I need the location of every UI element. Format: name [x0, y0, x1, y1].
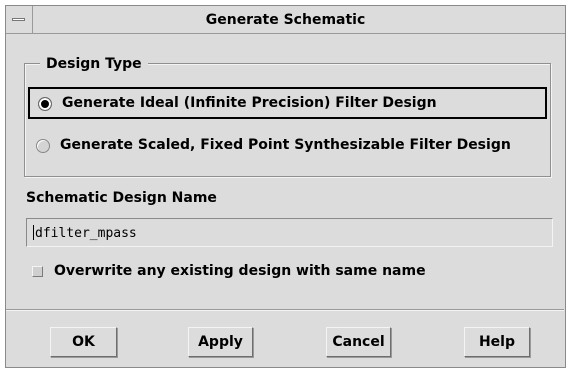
schematic-name-value: dfilter_mpass	[35, 226, 137, 241]
radio-option-ideal[interactable]: Generate Ideal (Infinite Precision) Filt…	[28, 87, 547, 119]
overwrite-checkbox-label: Overwrite any existing design with same …	[54, 263, 426, 279]
button-separator	[6, 309, 564, 311]
cancel-button[interactable]: Cancel	[326, 327, 391, 357]
radio-option-fixed-point-label: Generate Scaled, Fixed Point Synthesizab…	[60, 137, 511, 153]
design-type-group-label: Design Type	[40, 56, 148, 72]
dialog-title: Generate Schematic	[205, 12, 366, 28]
radio-selected-icon[interactable]	[38, 97, 52, 111]
radio-unselected-icon[interactable]	[36, 139, 50, 153]
text-caret	[33, 225, 34, 240]
help-button[interactable]: Help	[464, 327, 530, 357]
schematic-name-input[interactable]: dfilter_mpass	[26, 218, 553, 247]
apply-button[interactable]: Apply	[188, 327, 253, 357]
radio-option-fixed-point[interactable]: Generate Scaled, Fixed Point Synthesizab…	[28, 131, 547, 163]
overwrite-checkbox[interactable]	[32, 266, 43, 277]
radio-option-ideal-label: Generate Ideal (Infinite Precision) Filt…	[62, 95, 437, 111]
title-bar[interactable]: Generate Schematic	[6, 6, 565, 34]
schematic-name-label: Schematic Design Name	[26, 190, 217, 206]
ok-button[interactable]: OK	[50, 327, 117, 357]
